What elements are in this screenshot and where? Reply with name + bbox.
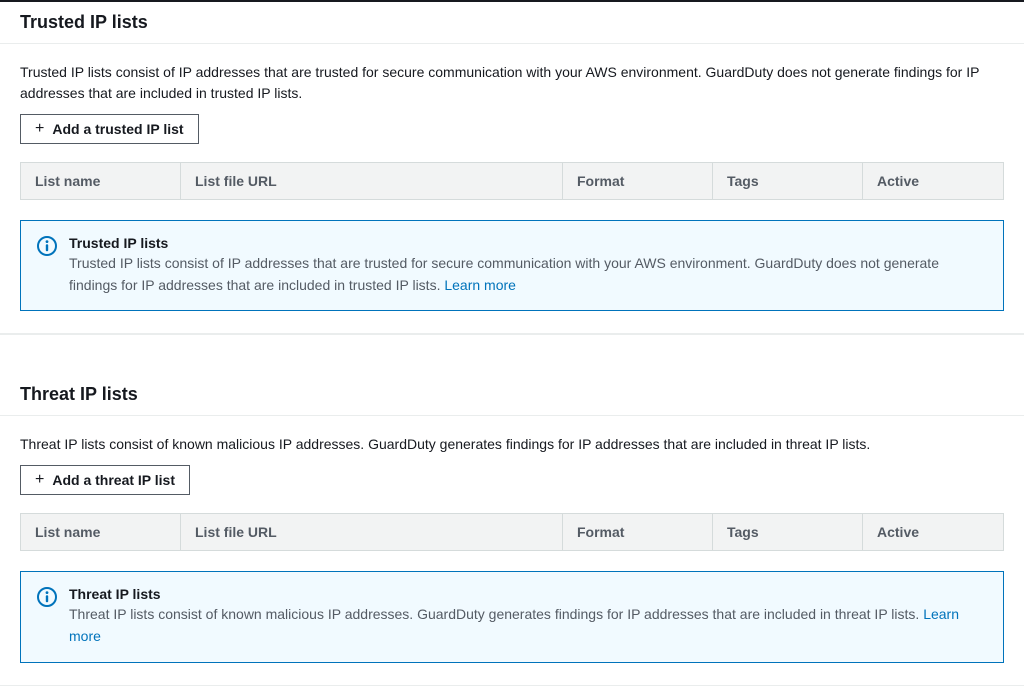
trusted-title: Trusted IP lists [20,12,1004,33]
threat-info-body: Threat IP lists consist of known malicio… [69,606,923,622]
threat-ip-section: Threat IP lists Threat IP lists consist … [0,374,1024,685]
col-tags[interactable]: Tags [713,514,863,550]
info-icon [37,236,57,256]
trusted-description: Trusted IP lists consist of IP addresses… [20,62,1004,104]
trusted-info-text: Trusted IP lists consist of IP addresses… [69,253,987,296]
add-threat-ip-button[interactable]: + Add a threat IP list [20,465,190,495]
col-list-name[interactable]: List name [21,514,181,550]
trusted-info-box: Trusted IP lists Trusted IP lists consis… [20,220,1004,311]
threat-header: Threat IP lists [0,374,1024,416]
col-tags[interactable]: Tags [713,163,863,199]
trusted-table-header: List name List file URL Format Tags Acti… [20,162,1004,200]
threat-info-box: Threat IP lists Threat IP lists consist … [20,571,1004,662]
col-list-url[interactable]: List file URL [181,163,563,199]
info-icon [37,587,57,607]
threat-body: Threat IP lists consist of known malicio… [0,416,1024,684]
trusted-header: Trusted IP lists [0,2,1024,44]
trusted-info-content: Trusted IP lists Trusted IP lists consis… [69,235,987,296]
trusted-body: Trusted IP lists consist of IP addresses… [0,44,1024,333]
add-threat-label: Add a threat IP list [52,472,175,488]
trusted-ip-section: Trusted IP lists Trusted IP lists consis… [0,2,1024,334]
threat-info-title: Threat IP lists [69,586,987,602]
trusted-info-title: Trusted IP lists [69,235,987,251]
threat-table-header: List name List file URL Format Tags Acti… [20,513,1004,551]
threat-title: Threat IP lists [20,384,1004,405]
threat-table: List name List file URL Format Tags Acti… [20,513,1004,662]
section-gap [0,334,1024,374]
threat-info-text: Threat IP lists consist of known malicio… [69,604,987,647]
col-active[interactable]: Active [863,163,1003,199]
col-list-name[interactable]: List name [21,163,181,199]
col-format[interactable]: Format [563,514,713,550]
col-active[interactable]: Active [863,514,1003,550]
threat-info-content: Threat IP lists Threat IP lists consist … [69,586,987,647]
trusted-learn-more-link[interactable]: Learn more [444,277,516,293]
plus-icon: + [35,472,44,488]
col-format[interactable]: Format [563,163,713,199]
trusted-table: List name List file URL Format Tags Acti… [20,162,1004,311]
plus-icon: + [35,121,44,137]
threat-description: Threat IP lists consist of known malicio… [20,434,1004,455]
add-trusted-label: Add a trusted IP list [52,121,183,137]
col-list-url[interactable]: List file URL [181,514,563,550]
add-trusted-ip-button[interactable]: + Add a trusted IP list [20,114,199,144]
